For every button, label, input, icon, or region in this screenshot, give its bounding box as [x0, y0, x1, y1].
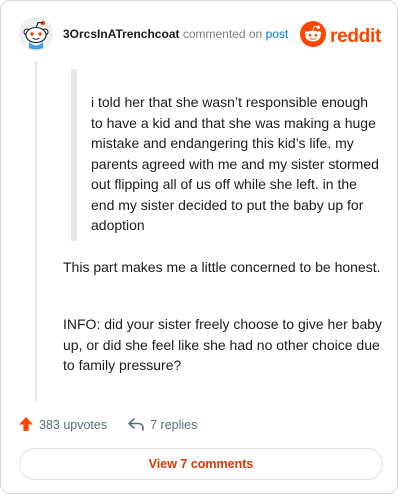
upvote-button[interactable]: 383 upvotes: [18, 416, 107, 435]
comment-meta: 3OrcsInATrenchcoat commented on post: [63, 27, 288, 41]
action-text: commented on: [182, 27, 263, 41]
comment-card: 3OrcsInATrenchcoat commented on post red…: [0, 0, 398, 494]
comment-header: 3OrcsInATrenchcoat commented on post red…: [19, 17, 381, 53]
reddit-wordmark: reddit: [330, 25, 381, 47]
reply-arrow-icon: [127, 416, 150, 435]
upvote-arrow-icon: [18, 416, 39, 435]
comment-actions: 383 upvotes 7 replies: [18, 415, 197, 435]
reddit-brand[interactable]: reddit: [300, 21, 381, 52]
reply-count: 7 replies: [150, 418, 198, 432]
blockquote-text: i told her that she wasn’t responsible e…: [91, 94, 379, 233]
snoo-avatar-icon[interactable]: [19, 17, 53, 51]
comment-paragraph: INFO: did your sister freely choose to g…: [63, 316, 383, 373]
blockquote-bar: [71, 69, 77, 241]
username-link[interactable]: 3OrcsInATrenchcoat: [63, 27, 179, 41]
post-link[interactable]: post: [266, 27, 289, 41]
comment-paragraph: This part makes me a little concerned to…: [63, 259, 381, 275]
reply-button[interactable]: 7 replies: [127, 416, 197, 435]
view-comments-button[interactable]: View 7 comments: [19, 448, 383, 480]
thread-line: [35, 61, 37, 401]
reddit-logo-icon: [300, 21, 327, 52]
upvote-count: 383 upvotes: [39, 418, 108, 432]
